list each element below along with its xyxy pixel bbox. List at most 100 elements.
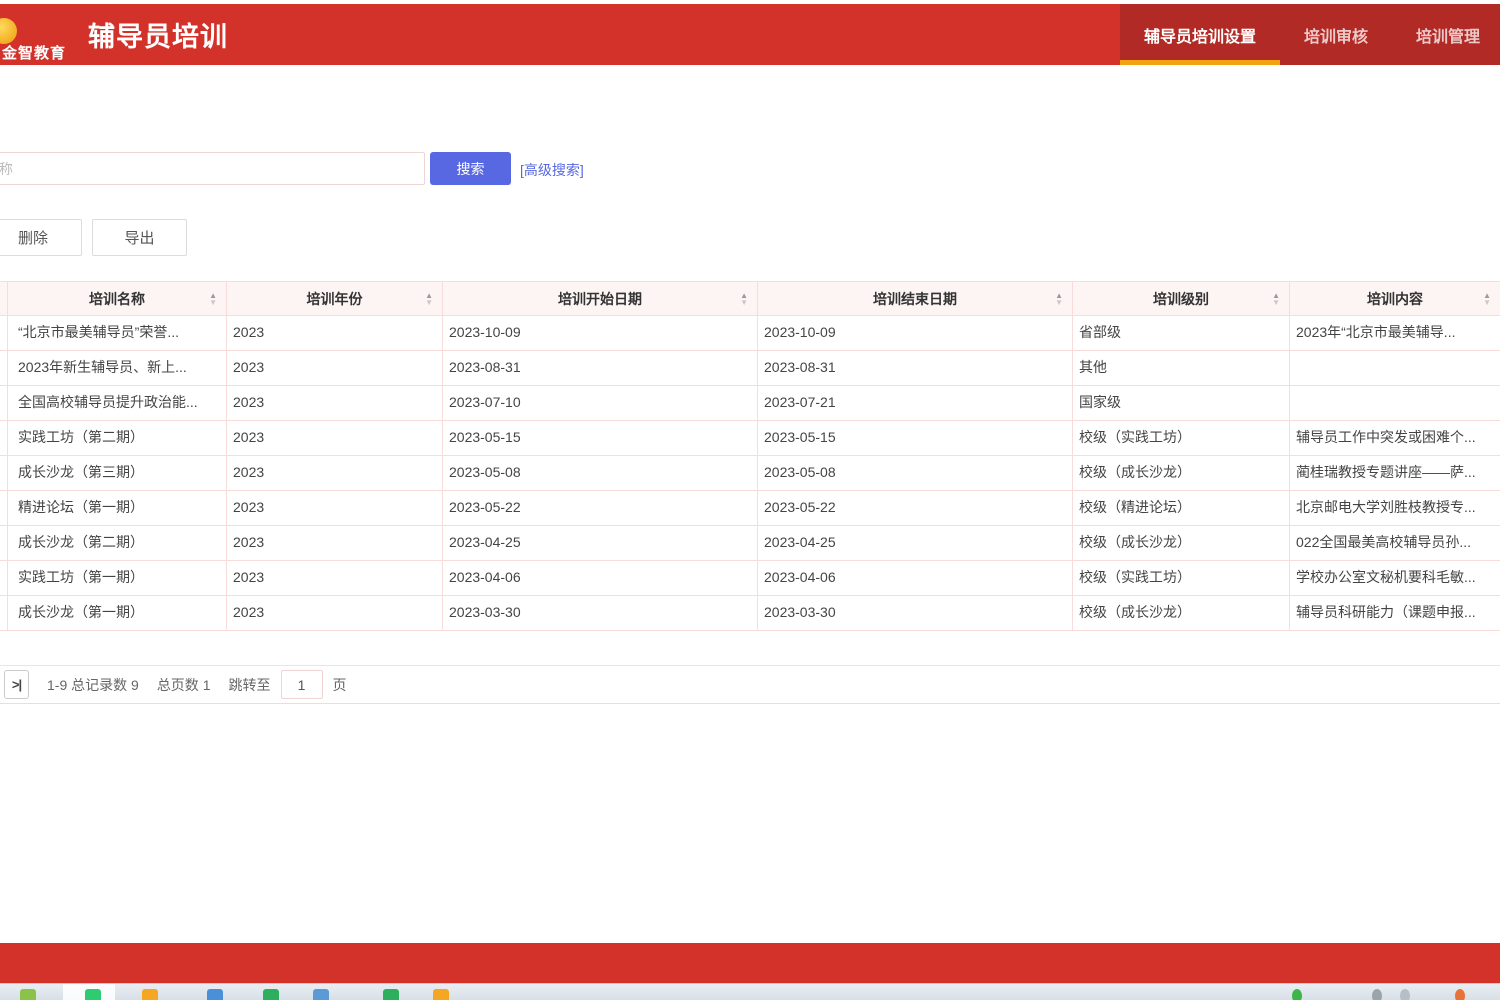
table-cell: 校级（实践工坊） <box>1073 421 1290 455</box>
brand-logo: 金智教育 <box>0 4 82 65</box>
table-cell <box>1290 386 1500 420</box>
table-cell: 2023-08-31 <box>443 351 758 385</box>
tab-training-setup[interactable]: 辅导员培训设置 <box>1120 4 1280 65</box>
column-header-3[interactable]: 培训开始日期▲▼ <box>443 282 758 316</box>
app-icon[interactable] <box>85 989 101 1000</box>
tray-icon[interactable] <box>1292 989 1302 1000</box>
table-row[interactable]: 成长沙龙（第一期）20232023-03-302023-03-30校级（成长沙龙… <box>0 596 1500 631</box>
app-icon[interactable] <box>433 989 449 1000</box>
table-cell: 2023-05-08 <box>443 456 758 490</box>
select-cell <box>0 421 8 455</box>
column-header-2[interactable]: 培训年份 ▲▼ <box>227 282 443 316</box>
page-title: 辅导员培训 <box>88 4 228 65</box>
table-cell: 2023-10-09 <box>758 316 1073 350</box>
sort-arrows-icon[interactable]: ▲▼ <box>209 292 217 306</box>
table-row[interactable]: 2023年新生辅导员、新上...20232023-08-312023-08-31… <box>0 351 1500 386</box>
search-input[interactable] <box>0 152 425 185</box>
app-icon[interactable] <box>20 989 36 1000</box>
select-cell <box>0 351 8 385</box>
table-cell: 2023-05-22 <box>758 491 1073 525</box>
table-cell: 全国高校辅导员提升政治能... <box>8 386 227 420</box>
table-cell: 北京邮电大学刘胜枝教授专... <box>1290 491 1500 525</box>
column-header-label: 培训结束日期 <box>873 283 957 316</box>
table-cell: 022全国最美高校辅导员孙... <box>1290 526 1500 560</box>
app-icon[interactable] <box>142 989 158 1000</box>
app-icon[interactable] <box>207 989 223 1000</box>
sort-arrows-icon[interactable]: ▲▼ <box>1272 292 1280 306</box>
table-header-row: 培训名称▲▼培训年份▲▼培训开始日期▲▼培训结束日期▲▼培训级别▲▼培训内容▲▼ <box>0 281 1500 316</box>
windows-taskbar <box>0 983 1500 1000</box>
table-row[interactable]: “北京市最美辅导员”荣誉...20232023-10-092023-10-09省… <box>0 316 1500 351</box>
table-cell: 校级（成长沙龙） <box>1073 596 1290 630</box>
table-cell: 2023-07-10 <box>443 386 758 420</box>
table-cell: 2023 <box>227 596 443 630</box>
table-cell: 校级（精进论坛） <box>1073 491 1290 525</box>
table-row[interactable]: 全国高校辅导员提升政治能...20232023-07-102023-07-21国… <box>0 386 1500 421</box>
table-cell: 2023-05-15 <box>443 421 758 455</box>
sort-arrows-icon[interactable]: ▲▼ <box>425 292 433 306</box>
search-button[interactable]: 搜索 <box>430 152 511 185</box>
table-row[interactable]: 成长沙龙（第二期）20232023-04-252023-04-25校级（成长沙龙… <box>0 526 1500 561</box>
table-cell: “北京市最美辅导员”荣誉... <box>8 316 227 350</box>
table-cell: 成长沙龙（第三期） <box>8 456 227 490</box>
column-header-4[interactable]: 培训结束日期 ▲▼ <box>758 282 1073 316</box>
export-button[interactable]: 导出 <box>92 219 187 256</box>
pagination-bar: >| 1-9 总记录数 9 总页数 1 跳转至 页 <box>0 665 1500 704</box>
table-cell: 2023-03-30 <box>443 596 758 630</box>
column-header-5[interactable]: 培训级别▲▼ <box>1073 282 1290 316</box>
table-cell: 蔺桂瑞教授专题讲座——萨... <box>1290 456 1500 490</box>
table-cell: 2023 <box>227 491 443 525</box>
table-cell: 学校办公室文秘机要科毛敏... <box>1290 561 1500 595</box>
training-table: 培训名称▲▼培训年份▲▼培训开始日期▲▼培训结束日期▲▼培训级别▲▼培训内容▲▼… <box>0 281 1500 631</box>
table-cell: 2023-07-21 <box>758 386 1073 420</box>
table-cell: 校级（成长沙龙） <box>1073 456 1290 490</box>
tab-training-review[interactable]: 培训审核 <box>1280 4 1392 65</box>
tray-icon[interactable] <box>1400 989 1410 1000</box>
select-column-sliver <box>0 282 8 316</box>
column-header-6[interactable]: 培训内容▲▼ <box>1290 282 1500 316</box>
delete-button[interactable]: 删除 <box>0 219 82 256</box>
tray-icon[interactable] <box>1372 989 1382 1000</box>
select-cell <box>0 561 8 595</box>
column-header-label: 培训年份 <box>307 283 363 316</box>
app-icon[interactable] <box>313 989 329 1000</box>
advanced-search-link[interactable]: [高级搜索] <box>520 160 584 180</box>
select-cell <box>0 491 8 525</box>
table-cell <box>1290 351 1500 385</box>
table-cell: 实践工坊（第一期） <box>8 561 227 595</box>
table-cell: 2023-08-31 <box>758 351 1073 385</box>
table-cell: 2023 <box>227 316 443 350</box>
table-cell: 2023 <box>227 456 443 490</box>
page-unit-label: 页 <box>333 675 347 695</box>
select-cell <box>0 596 8 630</box>
app-window: 金智教育 辅导员培训 辅导员培训设置培训审核培训管理 搜索 [高级搜索] 删除 … <box>0 0 1500 1000</box>
tab-training-manage[interactable]: 培训管理 <box>1392 4 1500 65</box>
sort-arrows-icon[interactable]: ▲▼ <box>740 292 748 306</box>
select-cell <box>0 386 8 420</box>
sort-arrows-icon[interactable]: ▲▼ <box>1055 292 1063 306</box>
last-page-button[interactable]: >| <box>4 670 29 699</box>
table-cell: 校级（实践工坊） <box>1073 561 1290 595</box>
table-row[interactable]: 成长沙龙（第三期）20232023-05-082023-05-08校级（成长沙龙… <box>0 456 1500 491</box>
tray-icon[interactable] <box>1455 989 1465 1000</box>
select-cell <box>0 456 8 490</box>
table-row[interactable]: 实践工坊（第二期）20232023-05-152023-05-15校级（实践工坊… <box>0 421 1500 456</box>
table-row[interactable]: 精进论坛（第一期）20232023-05-222023-05-22校级（精进论坛… <box>0 491 1500 526</box>
column-header-1[interactable]: 培训名称▲▼ <box>8 282 227 316</box>
table-cell: 2023 <box>227 421 443 455</box>
footer-bar <box>0 943 1500 983</box>
sort-arrows-icon[interactable]: ▲▼ <box>1483 292 1491 306</box>
app-icon[interactable] <box>263 989 279 1000</box>
table-cell: 辅导员科研能力（课题申报... <box>1290 596 1500 630</box>
top-nav: 辅导员培训设置培训审核培训管理 <box>1120 4 1500 65</box>
jump-page-input[interactable] <box>281 670 323 699</box>
table-cell: 省部级 <box>1073 316 1290 350</box>
table-cell: 2023年“北京市最美辅导... <box>1290 316 1500 350</box>
jump-to-label: 跳转至 <box>229 675 271 695</box>
app-icon[interactable] <box>383 989 399 1000</box>
total-pages-text: 总页数 1 <box>157 675 211 695</box>
table-row[interactable]: 实践工坊（第一期）20232023-04-062023-04-06校级（实践工坊… <box>0 561 1500 596</box>
select-cell <box>0 526 8 560</box>
brand-logo-text: 金智教育 <box>2 42 66 63</box>
app-header: 金智教育 辅导员培训 辅导员培训设置培训审核培训管理 <box>0 4 1500 65</box>
